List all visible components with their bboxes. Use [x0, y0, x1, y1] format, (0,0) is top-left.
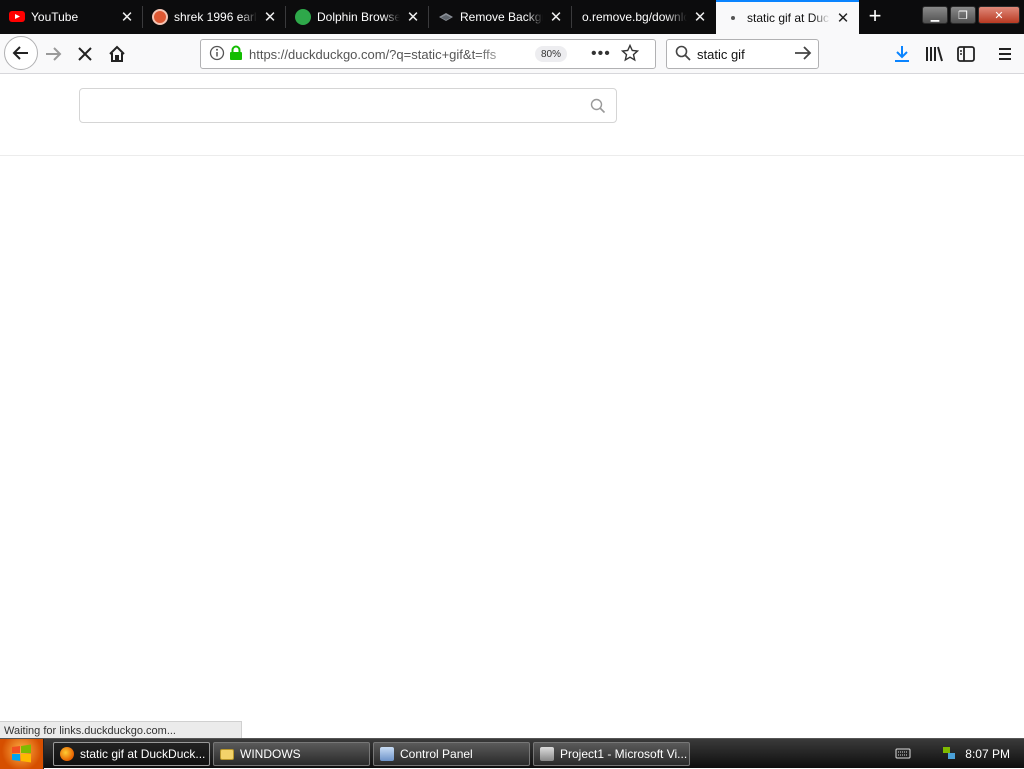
tab-title: Dolphin Browser: [317, 9, 400, 24]
keyboard-icon[interactable]: [895, 747, 911, 762]
downloads-button[interactable]: [886, 38, 918, 70]
tab-youtube[interactable]: YouTube ✕: [0, 0, 143, 33]
tab-static-gif[interactable]: static gif at Duck ✕: [716, 0, 859, 34]
search-icon: [675, 45, 691, 64]
stop-icon: [78, 47, 92, 61]
search-go-icon[interactable]: [794, 45, 812, 64]
clock[interactable]: 8:07 PM: [965, 747, 1010, 761]
menu-button[interactable]: [989, 38, 1021, 70]
zoom-indicator[interactable]: 80%: [535, 46, 568, 62]
dolphin-icon: [295, 8, 311, 25]
close-icon[interactable]: ✕: [836, 10, 850, 27]
tab-dolphin[interactable]: Dolphin Browser ✕: [286, 0, 429, 33]
minimize-button[interactable]: ▁: [922, 6, 948, 24]
start-button[interactable]: [0, 739, 44, 769]
taskbar-item-windows[interactable]: WINDOWS: [213, 742, 370, 766]
back-arrow-icon: [12, 46, 28, 60]
system-tray: 8:07 PM: [884, 739, 1024, 769]
navigation-toolbar: https://duckduckgo.com/?q=static+gif&t=f…: [0, 34, 1024, 74]
window-controls: ▁ ❐ ✕: [922, 6, 1020, 24]
forward-arrow-icon: [46, 47, 62, 61]
tab-strip: YouTube ✕ shrek 1996 early ✕ Dolphin Bro…: [0, 0, 1024, 34]
home-icon: [109, 45, 125, 62]
control-panel-icon: [380, 747, 394, 761]
info-icon[interactable]: [209, 45, 225, 64]
taskbar-item-project1[interactable]: Project1 - Microsoft Vi...: [533, 742, 690, 766]
tab-shrek[interactable]: shrek 1996 early ✕: [143, 0, 286, 33]
tab-title: static gif at Duck: [747, 11, 830, 25]
tab-title: YouTube: [31, 9, 79, 24]
forward-button[interactable]: [37, 38, 69, 70]
close-icon[interactable]: ✕: [263, 9, 277, 26]
address-bar[interactable]: https://duckduckgo.com/?q=static+gif&t=f…: [200, 39, 656, 69]
new-tab-button[interactable]: +: [862, 4, 888, 30]
taskbar-item-firefox[interactable]: static gif at DuckDuck...: [53, 742, 210, 766]
loading-dot-icon: [725, 10, 741, 26]
stop-button[interactable]: [69, 38, 101, 70]
lock-icon[interactable]: [229, 45, 243, 64]
search-icon[interactable]: [590, 98, 606, 117]
taskbar-item-label: Control Panel: [400, 747, 473, 761]
download-icon: [895, 46, 909, 62]
taskbar-item-label: Project1 - Microsoft Vi...: [560, 747, 688, 761]
duckduckgo-search-input[interactable]: [90, 97, 580, 115]
taskbar-item-label: WINDOWS: [240, 747, 301, 761]
hamburger-menu-icon: [999, 48, 1011, 60]
duckduckgo-icon: [152, 8, 168, 25]
close-icon[interactable]: ✕: [406, 9, 420, 26]
tab-title: shrek 1996 early: [174, 9, 257, 24]
search-bar[interactable]: [666, 39, 819, 69]
close-icon[interactable]: ✕: [693, 9, 707, 26]
close-window-button[interactable]: ✕: [978, 6, 1020, 24]
close-icon[interactable]: ✕: [549, 9, 563, 26]
duckduckgo-search-box[interactable]: [79, 88, 617, 123]
tab-remove-bg[interactable]: Remove Backgrou ✕: [429, 0, 572, 33]
firefox-icon: [60, 747, 74, 761]
visual-basic-icon: [540, 747, 554, 761]
library-button[interactable]: [918, 38, 950, 70]
search-input[interactable]: [697, 46, 792, 62]
network-icon[interactable]: [941, 745, 957, 764]
status-bar-text: Waiting for links.duckduckgo.com...: [0, 721, 242, 739]
page-actions-icon[interactable]: •••: [591, 45, 611, 63]
taskbar-item-control-panel[interactable]: Control Panel: [373, 742, 530, 766]
youtube-icon: [9, 11, 25, 22]
maximize-button[interactable]: ❐: [950, 6, 976, 24]
taskbar: static gif at DuckDuck... WINDOWS Contro…: [0, 738, 1024, 769]
tab-title: Remove Backgrou: [460, 9, 543, 24]
sidebar-button[interactable]: [950, 38, 982, 70]
windows-logo-icon: [11, 744, 31, 763]
tab-title: o.remove.bg/downloa: [582, 9, 687, 24]
url-text[interactable]: https://duckduckgo.com/?q=static+gif&t=f…: [249, 47, 529, 62]
home-button[interactable]: [101, 38, 133, 70]
bookmark-star-icon[interactable]: [620, 43, 639, 65]
tab-remove-bg-download[interactable]: o.remove.bg/downloa ✕: [572, 0, 716, 33]
remove-bg-icon: [438, 9, 454, 25]
close-icon[interactable]: ✕: [120, 9, 134, 26]
folder-icon: [220, 748, 234, 760]
taskbar-item-label: static gif at DuckDuck...: [80, 747, 206, 761]
back-button[interactable]: [4, 36, 38, 70]
sidebar-icon: [957, 46, 975, 62]
library-icon: [926, 46, 943, 62]
header-divider: [0, 155, 1024, 156]
